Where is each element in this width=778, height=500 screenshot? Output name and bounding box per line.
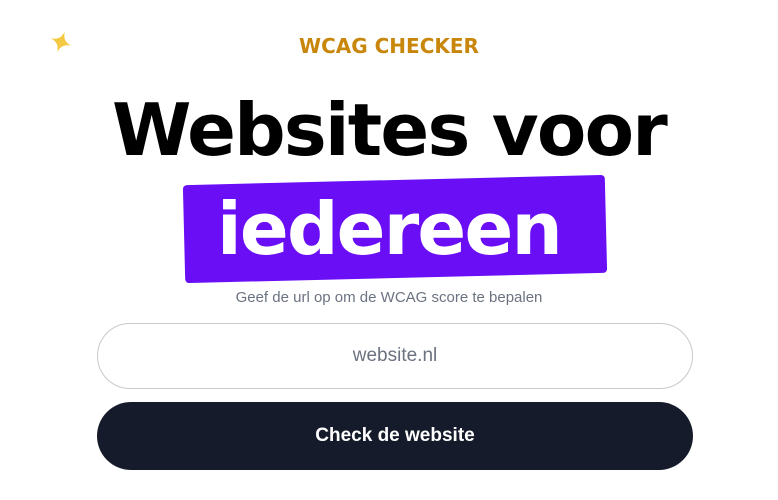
url-input[interactable] [97,323,693,389]
eyebrow-title: WCAG CHECKER [299,34,479,58]
hero-highlight-word: iedereen [217,187,563,271]
check-website-button[interactable]: Check de website [97,402,693,470]
hero-subtitle: Geef de url op om de WCAG score te bepal… [235,289,543,306]
wcag-checker-page: WCAG CHECKER Websites voor iedereen Geef… [0,0,778,500]
hero-headline: Websites voor [112,88,668,172]
